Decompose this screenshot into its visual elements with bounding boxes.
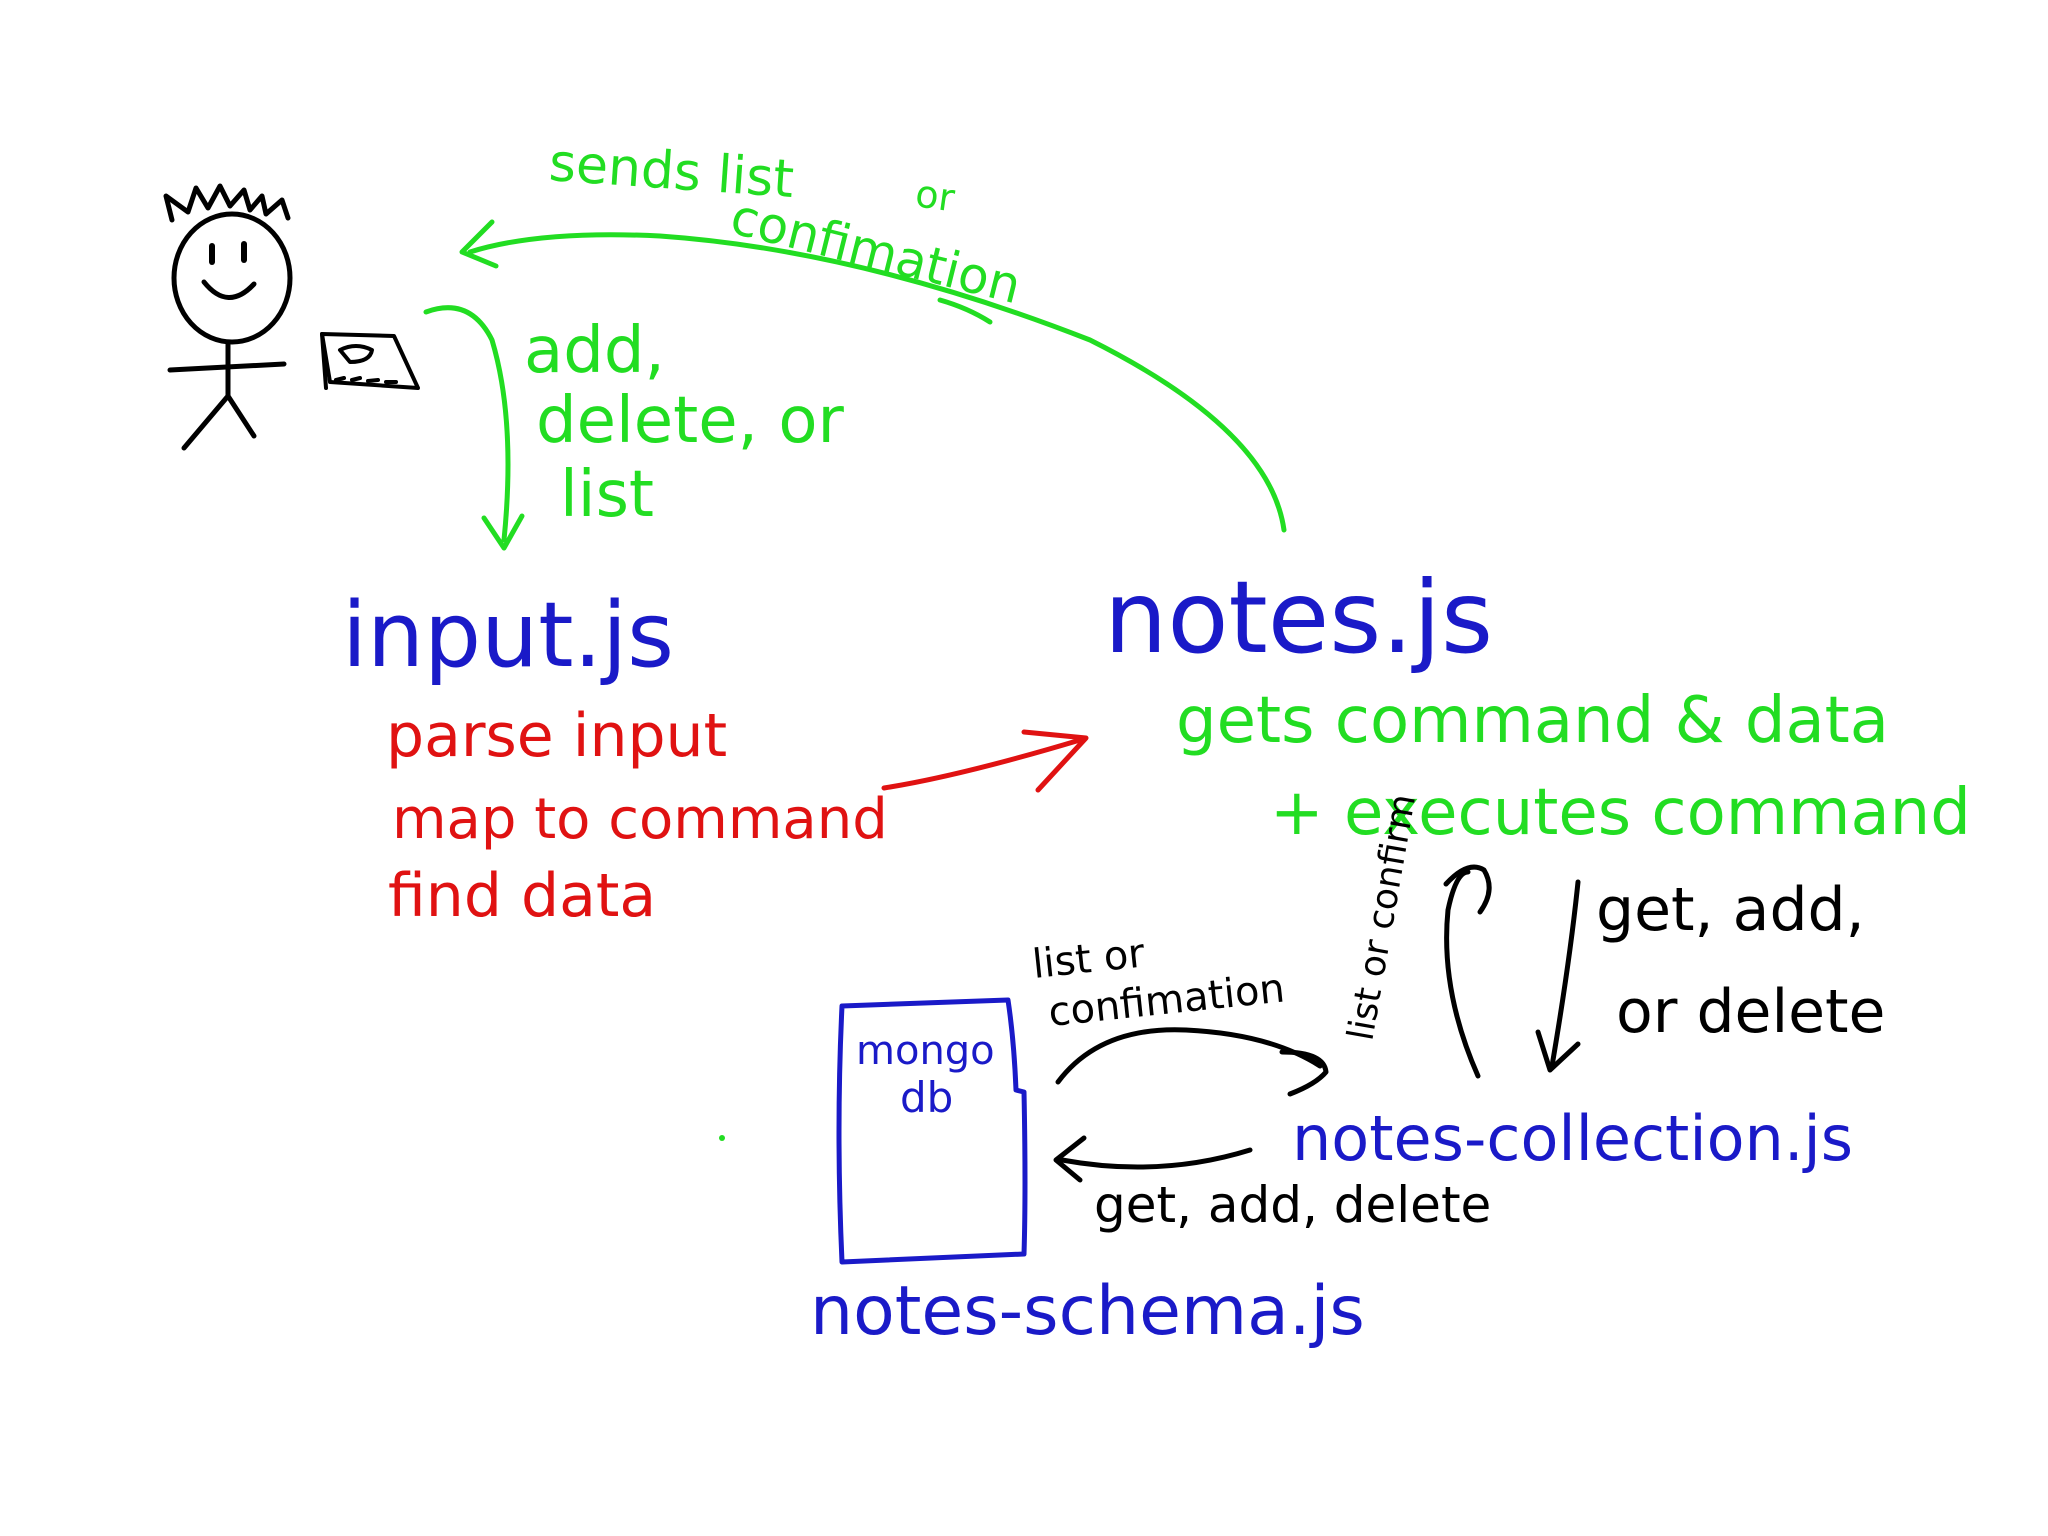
input-step-parse: parse input [386,701,727,771]
collection-down-arrow [1535,879,1581,1073]
db-ops-arrow [1053,1135,1253,1183]
collection-module-title: notes-collection.js [1292,1102,1853,1175]
stick-figure-icon [163,183,293,451]
input-step-find: find data [388,861,656,931]
db-return-line1: list or [1030,930,1147,988]
sends-list-or: or [913,171,958,220]
user-command-add: add, [524,314,665,388]
laptop-icon [320,332,420,390]
input-step-map: map to command [392,787,888,852]
schema-module-title: notes-schema.js [810,1272,1365,1351]
parse-arrow-red [881,729,1089,793]
db-return-arrow [1055,1027,1329,1097]
collection-ops-line1: get, add, [1596,875,1865,945]
diagram-canvas: sends list or confimation add, delete, o… [0,0,2048,1536]
db-label-mongo: mongo [856,1028,995,1074]
user-command-delete: delete, or [536,384,844,458]
notes-module-title: notes.js [1104,559,1493,676]
sends-list-confimation: confimation [725,187,1027,315]
collection-up-arrow [1443,864,1492,1079]
stray-dot [719,1135,725,1141]
db-ops-label: get, add, delete [1094,1176,1491,1234]
input-module-title: input.js [342,583,674,688]
command-arrow-green [423,305,525,551]
db-label-db: db [900,1073,953,1122]
collection-ops-line2: or delete [1616,977,1885,1047]
user-command-list: list [560,458,654,532]
diagram-svg: sends list or confimation add, delete, o… [163,133,1971,1351]
notes-desc-gets: gets command & data [1176,684,1889,758]
